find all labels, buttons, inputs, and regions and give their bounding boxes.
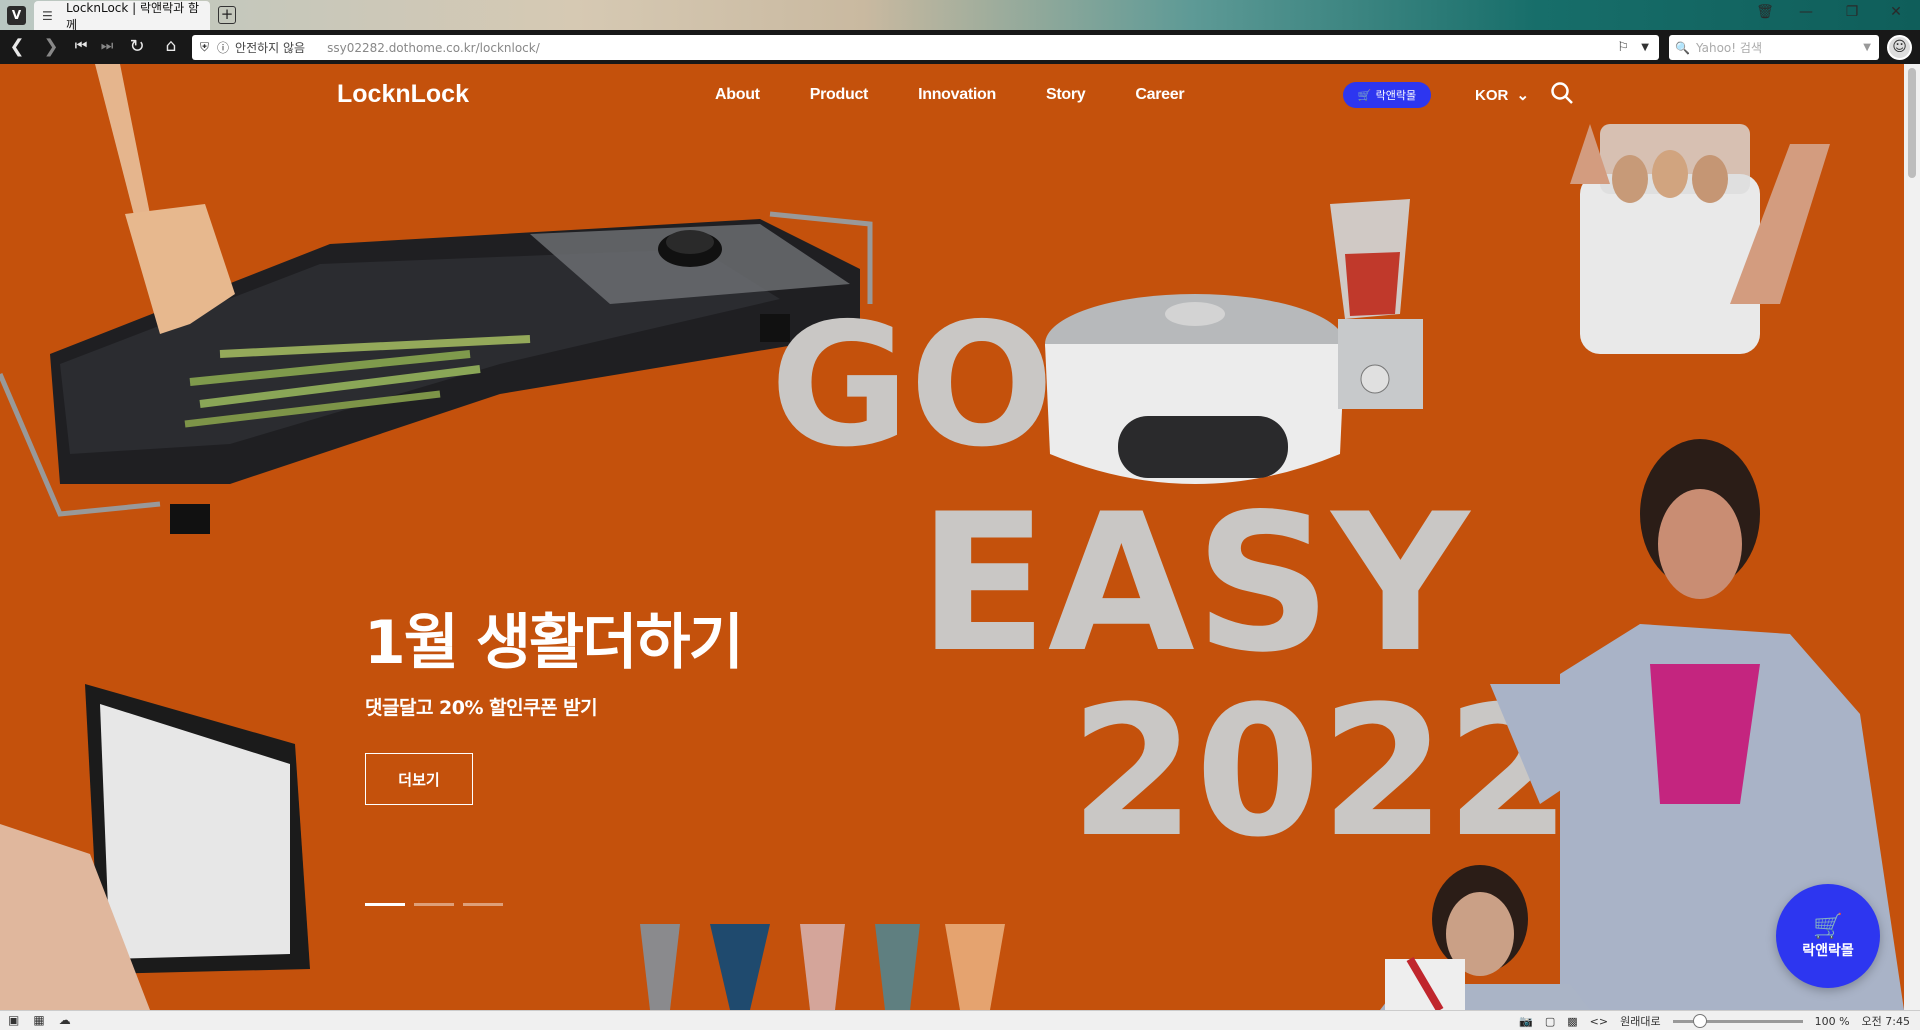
active-tab[interactable]: ☰ LocknLock | 락앤락과 함께 bbox=[34, 0, 210, 32]
reload-icon[interactable]: ↻ bbox=[124, 36, 150, 57]
nav-item-product[interactable]: Product bbox=[810, 86, 869, 104]
panel-toggle-icon[interactable]: ▣ bbox=[8, 1013, 19, 1027]
back-icon[interactable]: ❮ bbox=[4, 36, 30, 57]
search-field[interactable]: 🔍 Yahoo! 검색 ▼ bbox=[1669, 35, 1879, 60]
more-button[interactable]: 더보기 bbox=[365, 753, 473, 805]
scrollbar-thumb[interactable] bbox=[1908, 68, 1916, 178]
zoom-reset[interactable]: 원래대로 bbox=[1620, 1013, 1660, 1029]
security-label: 안전하지 않음 bbox=[235, 41, 306, 55]
language-selector[interactable]: KOR ⌄ bbox=[1475, 86, 1529, 104]
clock: 오전 7:45 bbox=[1861, 1015, 1910, 1028]
hero-subtext: 댓글달고 20% 할인쿠폰 받기 bbox=[365, 697, 598, 719]
chevron-down-icon: ⌄ bbox=[1516, 87, 1530, 104]
url-dropdown-icon[interactable]: ▼ bbox=[1641, 42, 1649, 53]
url-text[interactable]: ssy02282.dothome.co.kr/locknlock/ bbox=[327, 41, 540, 55]
page-scrollbar[interactable] bbox=[1904, 64, 1920, 1010]
code-icon[interactable]: <> bbox=[1590, 1015, 1608, 1028]
floating-shop-button[interactable]: 🛒 락앤락몰 bbox=[1776, 884, 1880, 988]
browser-tab-bar: V ☰ LocknLock | 락앤락과 함께 + 🗑 — ❐ ✕ bbox=[0, 0, 1920, 32]
fast-forward-icon[interactable]: ⏭ bbox=[94, 38, 120, 54]
shield-icon: ⛨ bbox=[200, 40, 210, 54]
main-nav: About Product Innovation Story Career bbox=[715, 86, 1234, 104]
trash-icon[interactable]: 🗑 bbox=[1745, 4, 1785, 20]
rewind-icon[interactable]: ⏮ bbox=[68, 38, 94, 54]
shop-button-label: 락앤락몰 bbox=[1375, 89, 1417, 102]
slide-indicator-1[interactable] bbox=[365, 903, 405, 906]
sync-cloud-icon[interactable]: ☁ bbox=[59, 1013, 71, 1027]
hero-section: GO EASY 2022 LocknLock About Product Inn… bbox=[0, 64, 1904, 1010]
language-label: KOR bbox=[1475, 87, 1509, 104]
electric-pot-image bbox=[1045, 294, 1345, 484]
blender-image bbox=[1330, 199, 1423, 409]
search-engine-icon[interactable]: 🔍 bbox=[1675, 41, 1690, 55]
slide-indicator-3[interactable] bbox=[463, 903, 503, 906]
grill-image bbox=[0, 211, 873, 534]
search-icon[interactable] bbox=[1549, 80, 1575, 106]
search-placeholder: Yahoo! 검색 bbox=[1695, 41, 1762, 55]
forward-icon[interactable]: ❯ bbox=[38, 36, 64, 57]
nav-item-story[interactable]: Story bbox=[1046, 86, 1086, 104]
restore-button[interactable]: ❐ bbox=[1832, 4, 1872, 20]
floating-shop-label: 락앤락몰 bbox=[1802, 943, 1854, 959]
status-bar: ▣ ▦ ☁ 📷 ▢ ▩ <> 원래대로 100 % 오전 7:45 bbox=[0, 1010, 1920, 1030]
tab-title: LocknLock | 락앤락과 함께 bbox=[66, 0, 200, 32]
bookmark-icon[interactable]: ⚐ bbox=[1617, 40, 1629, 55]
url-host: ssy02282.dothome.co.kr bbox=[327, 40, 476, 55]
close-window-button[interactable]: ✕ bbox=[1876, 4, 1916, 20]
slide-indicator-2[interactable] bbox=[414, 903, 454, 906]
new-tab-button[interactable]: + bbox=[218, 6, 236, 24]
art-text-2022: 2022 bbox=[1070, 668, 1571, 877]
shop-button[interactable]: 🛒 락앤락몰 bbox=[1343, 82, 1431, 108]
cart-icon: 🛒 bbox=[1813, 912, 1843, 940]
art-text-easy: EASY bbox=[918, 473, 1472, 694]
woman-with-gift-image bbox=[1380, 865, 1590, 1010]
address-bar[interactable]: ⛨ ⓘ 안전하지 않음 ssy02282.dothome.co.kr/lockn… bbox=[192, 35, 1659, 60]
capture-icon[interactable]: 📷 bbox=[1519, 1015, 1533, 1028]
page-tiling-icon[interactable]: ▢ bbox=[1545, 1015, 1555, 1028]
egg-cooker-image bbox=[1570, 124, 1830, 354]
profile-avatar-icon[interactable]: ☺ bbox=[1887, 35, 1912, 60]
page-favicon-icon: ☰ bbox=[42, 8, 53, 23]
home-icon[interactable]: ⌂ bbox=[158, 36, 184, 56]
slider-pagination bbox=[365, 903, 503, 906]
vivaldi-menu-button[interactable]: V bbox=[7, 6, 26, 25]
zoom-slider-knob[interactable] bbox=[1692, 1013, 1707, 1028]
nav-item-career[interactable]: Career bbox=[1135, 86, 1184, 104]
art-text-go: GO bbox=[770, 287, 1054, 485]
info-icon[interactable]: ⓘ bbox=[217, 39, 229, 56]
zoom-slider[interactable] bbox=[1672, 1013, 1803, 1028]
tiling-icon[interactable]: ▦ bbox=[33, 1013, 44, 1027]
site-logo[interactable]: LocknLock bbox=[337, 80, 469, 109]
nav-item-innovation[interactable]: Innovation bbox=[918, 86, 996, 104]
kitchen-tools-image bbox=[640, 924, 1005, 1010]
search-dropdown-icon[interactable]: ▼ bbox=[1863, 42, 1871, 53]
toaster-image bbox=[0, 684, 310, 1010]
cart-icon: 🛒 bbox=[1357, 88, 1372, 102]
zoom-level: 100 % bbox=[1814, 1014, 1850, 1028]
spatula-image bbox=[95, 64, 235, 334]
images-icon[interactable]: ▩ bbox=[1567, 1015, 1577, 1028]
minimize-button[interactable]: — bbox=[1786, 4, 1826, 20]
hero-headline: 1월 생활더하기 bbox=[364, 608, 744, 678]
nav-item-about[interactable]: About bbox=[715, 86, 760, 104]
url-path: /locknlock/ bbox=[475, 40, 540, 55]
hero-artwork: GO EASY 2022 bbox=[0, 64, 1904, 1010]
